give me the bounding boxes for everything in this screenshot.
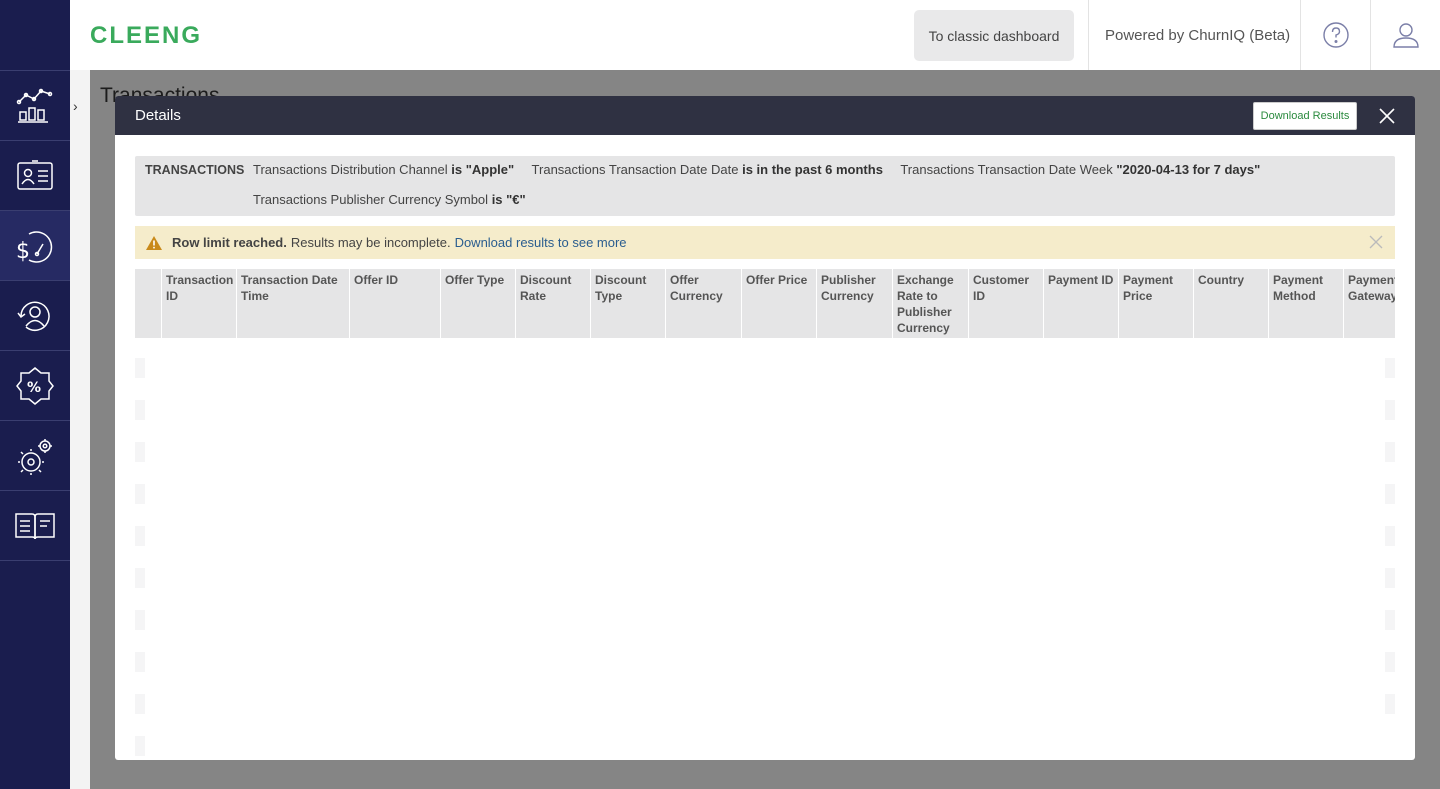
modal-title: Details bbox=[135, 107, 181, 124]
filter-item: Transactions Publisher Currency Symbol i… bbox=[253, 192, 526, 207]
discount-badge-icon: % bbox=[16, 366, 54, 405]
column-header[interactable]: Transaction ID bbox=[161, 269, 236, 338]
column-header[interactable]: Payment Gateway bbox=[1343, 269, 1395, 338]
column-header[interactable]: Country bbox=[1193, 269, 1268, 338]
subscriber-card-icon bbox=[17, 159, 53, 190]
close-icon[interactable] bbox=[1369, 235, 1383, 249]
download-results-button[interactable]: Download Results bbox=[1253, 102, 1357, 130]
column-header[interactable]: Customer ID bbox=[968, 269, 1043, 338]
table-row bbox=[135, 568, 145, 588]
column-header[interactable]: Offer Price bbox=[741, 269, 816, 338]
close-icon[interactable] bbox=[1377, 106, 1397, 126]
table-row bbox=[135, 526, 145, 546]
sidebar-item-churn[interactable] bbox=[0, 281, 70, 351]
analytics-chart-icon bbox=[16, 88, 53, 123]
table-row bbox=[135, 358, 145, 378]
column-header[interactable]: Offer ID bbox=[349, 269, 440, 338]
churn-user-icon bbox=[17, 301, 50, 331]
table-row bbox=[1385, 484, 1395, 504]
table-row bbox=[135, 652, 145, 672]
table-row bbox=[1385, 442, 1395, 462]
filter-heading: TRANSACTIONS bbox=[145, 163, 245, 177]
table-row bbox=[135, 694, 145, 714]
table-row bbox=[1385, 610, 1395, 630]
filter-summary: TRANSACTIONS Transactions Distribution C… bbox=[135, 156, 1395, 216]
revenue-gauge-icon: $ bbox=[16, 230, 53, 264]
sidebar-item-docs[interactable] bbox=[0, 491, 70, 561]
chevron-right-icon[interactable]: › bbox=[73, 98, 78, 114]
table-row bbox=[135, 610, 145, 630]
table-row bbox=[1385, 694, 1395, 714]
column-header[interactable]: Payment Price bbox=[1118, 269, 1193, 338]
details-modal: Details Download Results TRANSACTIONS Tr… bbox=[115, 96, 1415, 760]
warning-text: Results may be incomplete. bbox=[290, 235, 451, 250]
warning-icon bbox=[146, 235, 162, 250]
cleeng-logo[interactable]: CLEENG bbox=[90, 22, 222, 53]
column-header[interactable]: Transaction Date Time bbox=[236, 269, 349, 338]
column-header[interactable]: Offer Type bbox=[440, 269, 515, 338]
column-header[interactable]: Offer Currency bbox=[665, 269, 741, 338]
sidebar-item-settings[interactable] bbox=[0, 421, 70, 491]
svg-text:%: % bbox=[27, 380, 41, 396]
row-number-header bbox=[135, 269, 161, 338]
sidebar-item-discounts[interactable]: % bbox=[0, 351, 70, 421]
table-row bbox=[1385, 400, 1395, 420]
open-book-icon bbox=[15, 512, 55, 539]
user-profile-icon[interactable] bbox=[1370, 0, 1440, 70]
column-header[interactable]: Payment Method bbox=[1268, 269, 1343, 338]
table-row bbox=[1385, 652, 1395, 672]
help-icon[interactable] bbox=[1300, 0, 1370, 70]
table-row bbox=[1385, 568, 1395, 588]
row-limit-warning: Row limit reached. Results may be incomp… bbox=[135, 226, 1395, 259]
sidebar: $ % bbox=[0, 0, 70, 789]
column-header[interactable]: Payment ID bbox=[1043, 269, 1118, 338]
sidebar-logo-area bbox=[0, 0, 70, 71]
powered-by-label: Powered by ChurnIQ (Beta) bbox=[1088, 0, 1290, 70]
download-more-link[interactable]: Download results to see more bbox=[455, 235, 627, 250]
top-bar: CLEENG To classic dashboard Powered by C… bbox=[70, 0, 1440, 70]
sidebar-item-subscribers[interactable] bbox=[0, 141, 70, 211]
column-header[interactable]: Discount Rate bbox=[515, 269, 590, 338]
warning-title: Row limit reached. bbox=[172, 235, 287, 250]
sidebar-item-analytics[interactable] bbox=[0, 71, 70, 141]
table-row bbox=[135, 484, 145, 504]
column-header[interactable]: Publisher Currency bbox=[816, 269, 892, 338]
table-row bbox=[135, 442, 145, 462]
column-header[interactable]: Exchange Rate to Publisher Currency bbox=[892, 269, 968, 338]
table-row bbox=[1385, 526, 1395, 546]
classic-dashboard-button[interactable]: To classic dashboard bbox=[914, 10, 1074, 61]
results-table-header: Transaction ID Transaction Date Time Off… bbox=[135, 269, 1395, 338]
svg-text:CLEENG: CLEENG bbox=[90, 22, 202, 48]
table-row bbox=[135, 400, 145, 420]
filter-item: Transactions Transaction Date Week "2020… bbox=[900, 162, 1261, 177]
settings-gears-icon bbox=[18, 438, 52, 475]
table-row bbox=[135, 736, 145, 756]
filter-item: Transactions Distribution Channel is "Ap… bbox=[253, 162, 515, 177]
table-row bbox=[1385, 358, 1395, 378]
sidebar-item-revenue[interactable]: $ bbox=[0, 211, 70, 281]
svg-text:$: $ bbox=[16, 239, 30, 264]
modal-header: Details Download Results bbox=[115, 96, 1415, 135]
column-header[interactable]: Discount Type bbox=[590, 269, 665, 338]
filter-item: Transactions Transaction Date Date is in… bbox=[531, 162, 883, 177]
